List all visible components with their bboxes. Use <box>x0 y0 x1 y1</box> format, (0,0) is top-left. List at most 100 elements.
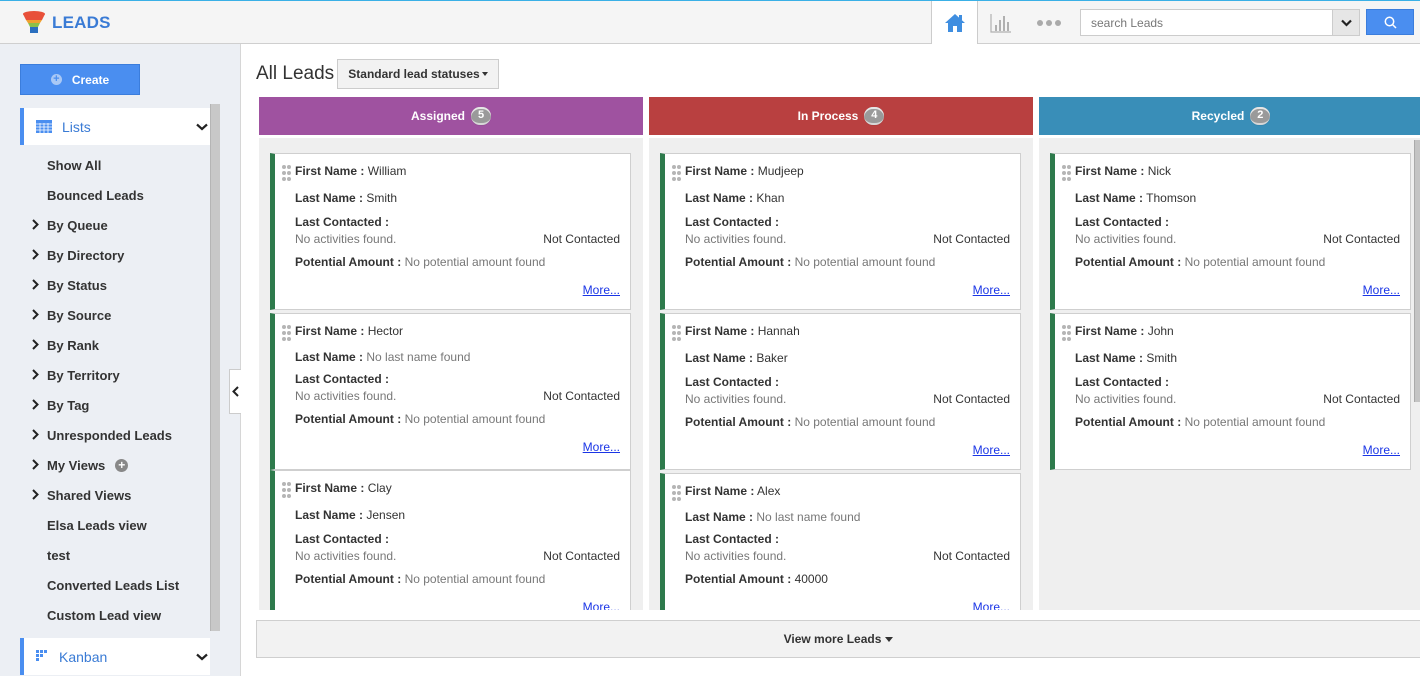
potential-amount-row: Potential Amount : No potential amount f… <box>1075 415 1400 429</box>
more-link[interactable]: More... <box>1363 443 1400 457</box>
sidebar-item[interactable]: test <box>0 540 210 570</box>
last-contacted-row: Last Contacted : <box>295 372 620 386</box>
search-button[interactable] <box>1366 9 1414 35</box>
drag-handle-icon[interactable] <box>282 482 291 498</box>
column-header: Assigned 5 <box>259 97 643 135</box>
column-body: First Name : Mudjeep Last Name : Khan Last… <box>649 138 1033 610</box>
lists-section-header[interactable]: Lists <box>20 108 210 145</box>
sidebar-item[interactable]: By Status <box>0 270 210 300</box>
lead-card[interactable]: First Name : Nick Last Name : Thomson Last… <box>1050 153 1411 310</box>
sidebar-item[interactable]: By Queue <box>0 210 210 240</box>
lead-card[interactable]: First Name : Mudjeep Last Name : Khan Last… <box>660 153 1021 310</box>
sidebar-item[interactable]: By Rank <box>0 330 210 360</box>
top-bar: LEADS <box>0 0 1420 44</box>
reports-button[interactable] <box>986 9 1016 37</box>
column-count-badge: 5 <box>471 107 491 125</box>
column-title: Recycled <box>1191 109 1245 123</box>
more-menu-button[interactable] <box>1032 13 1066 33</box>
sidebar-item-label: Custom Lead view <box>47 607 162 623</box>
first-name-value: Mudjeep <box>757 164 804 178</box>
lead-card[interactable]: First Name : Alex Last Name : No last nam… <box>660 473 1021 610</box>
potential-amount-label: Potential Amount : <box>685 255 792 269</box>
sidebar-item-label: Shared Views <box>47 487 132 503</box>
add-view-icon[interactable]: + <box>115 458 129 472</box>
lead-status-dropdown[interactable]: Standard lead statuses <box>337 59 499 89</box>
drag-handle-icon[interactable] <box>672 165 681 181</box>
contact-status: Not Contacted <box>1323 392 1400 406</box>
sidebar-item[interactable]: Custom Lead view <box>0 600 210 630</box>
sidebar-item-label: By Queue <box>47 217 108 233</box>
sidebar-item-label: By Directory <box>47 247 125 263</box>
first-name-value: Hector <box>367 324 404 338</box>
sidebar-item[interactable]: Elsa Leads view <box>0 510 210 540</box>
sidebar-item-label: Elsa Leads view <box>47 517 147 533</box>
potential-amount-label: Potential Amount : <box>685 415 792 429</box>
potential-amount-row: Potential Amount : No potential amount f… <box>685 415 1010 429</box>
sidebar-item[interactable]: Bounced Leads <box>0 180 210 210</box>
sidebar: + Create Lists Show All Bounced Leads By Q… <box>0 44 241 676</box>
search-box <box>1080 9 1360 36</box>
first-name-label: First Name : <box>1075 324 1145 338</box>
potential-amount-label: Potential Amount : <box>685 572 792 586</box>
chevron-left-icon <box>232 386 239 397</box>
activity-value: No activities found. <box>295 549 397 563</box>
activity-row: No activities found. Not Contacted <box>295 389 620 403</box>
lead-card[interactable]: First Name : Hector Last Name : No last n… <box>270 313 631 470</box>
sidebar-item-label: test <box>47 547 71 563</box>
drag-handle-icon[interactable] <box>672 325 681 341</box>
more-link[interactable]: More... <box>583 600 620 610</box>
first-name-label: First Name : <box>295 324 365 338</box>
drag-handle-icon[interactable] <box>672 485 681 501</box>
search-input[interactable] <box>1081 10 1332 35</box>
create-button[interactable]: + Create <box>20 64 140 95</box>
activity-row: No activities found. Not Contacted <box>295 232 620 246</box>
sidebar-item[interactable]: Show All <box>0 150 210 180</box>
first-name-label: First Name : <box>1075 164 1145 178</box>
lead-card[interactable]: First Name : William Last Name : Smith Las… <box>270 153 631 310</box>
last-contacted-row: Last Contacted : <box>1075 215 1400 229</box>
sidebar-item[interactable]: Unresponded Leads <box>0 420 210 450</box>
collapse-sidebar-button[interactable] <box>229 369 241 414</box>
last-contacted-row: Last Contacted : <box>295 532 620 546</box>
last-name-label: Last Name : <box>1075 351 1144 365</box>
drag-handle-icon[interactable] <box>1062 325 1071 341</box>
kanban-section-header[interactable]: Kanban <box>20 638 210 675</box>
more-link[interactable]: More... <box>583 440 620 454</box>
sidebar-item[interactable]: By Directory <box>0 240 210 270</box>
sidebar-item[interactable]: By Source <box>0 300 210 330</box>
sidebar-item-label: Converted Leads List <box>47 577 180 593</box>
column-body: First Name : William Last Name : Smith Las… <box>259 138 643 610</box>
drag-handle-icon[interactable] <box>282 325 291 341</box>
potential-amount-label: Potential Amount : <box>295 572 402 586</box>
more-link[interactable]: More... <box>1363 283 1400 297</box>
sidebar-item[interactable]: By Territory <box>0 360 210 390</box>
sidebar-item[interactable]: Converted Leads List <box>0 570 210 600</box>
drag-handle-icon[interactable] <box>282 165 291 181</box>
first-name-value: Clay <box>367 481 392 495</box>
drag-handle-icon[interactable] <box>1062 165 1071 181</box>
bar-chart-icon <box>990 14 1011 33</box>
kanban-column: Recycled 2 First Name : Nick Last Name : Th… <box>1039 97 1420 610</box>
last-name-label: Last Name : <box>1075 191 1144 205</box>
lead-card[interactable]: First Name : John Last Name : Smith Last C… <box>1050 313 1411 470</box>
potential-amount-value: No potential amount found <box>794 415 936 429</box>
more-link[interactable]: More... <box>583 283 620 297</box>
sidebar-item[interactable]: Shared Views <box>0 480 210 510</box>
lead-card[interactable]: First Name : Clay Last Name : Jensen Last … <box>270 470 631 610</box>
sidebar-item[interactable]: By Tag <box>0 390 210 420</box>
more-link[interactable]: More... <box>973 283 1010 297</box>
sidebar-scrollbar[interactable] <box>210 104 220 631</box>
sidebar-item-label: By Tag <box>47 397 90 413</box>
board-scrollbar[interactable] <box>1414 140 1420 402</box>
view-more-leads-button[interactable]: View more Leads <box>256 620 1420 658</box>
more-link[interactable]: More... <box>973 443 1010 457</box>
sidebar-item[interactable]: My Views + <box>0 450 210 480</box>
search-scope-dropdown[interactable] <box>1332 10 1359 35</box>
sidebar-item-label: By Territory <box>47 367 120 383</box>
activity-row: No activities found. Not Contacted <box>1075 232 1400 246</box>
more-link[interactable]: More... <box>973 600 1010 610</box>
last-name-label: Last Name : <box>685 510 754 524</box>
home-button[interactable] <box>931 1 978 44</box>
last-contacted-row: Last Contacted : <box>685 532 1010 546</box>
lead-card[interactable]: First Name : Hannah Last Name : Baker Last… <box>660 313 1021 470</box>
